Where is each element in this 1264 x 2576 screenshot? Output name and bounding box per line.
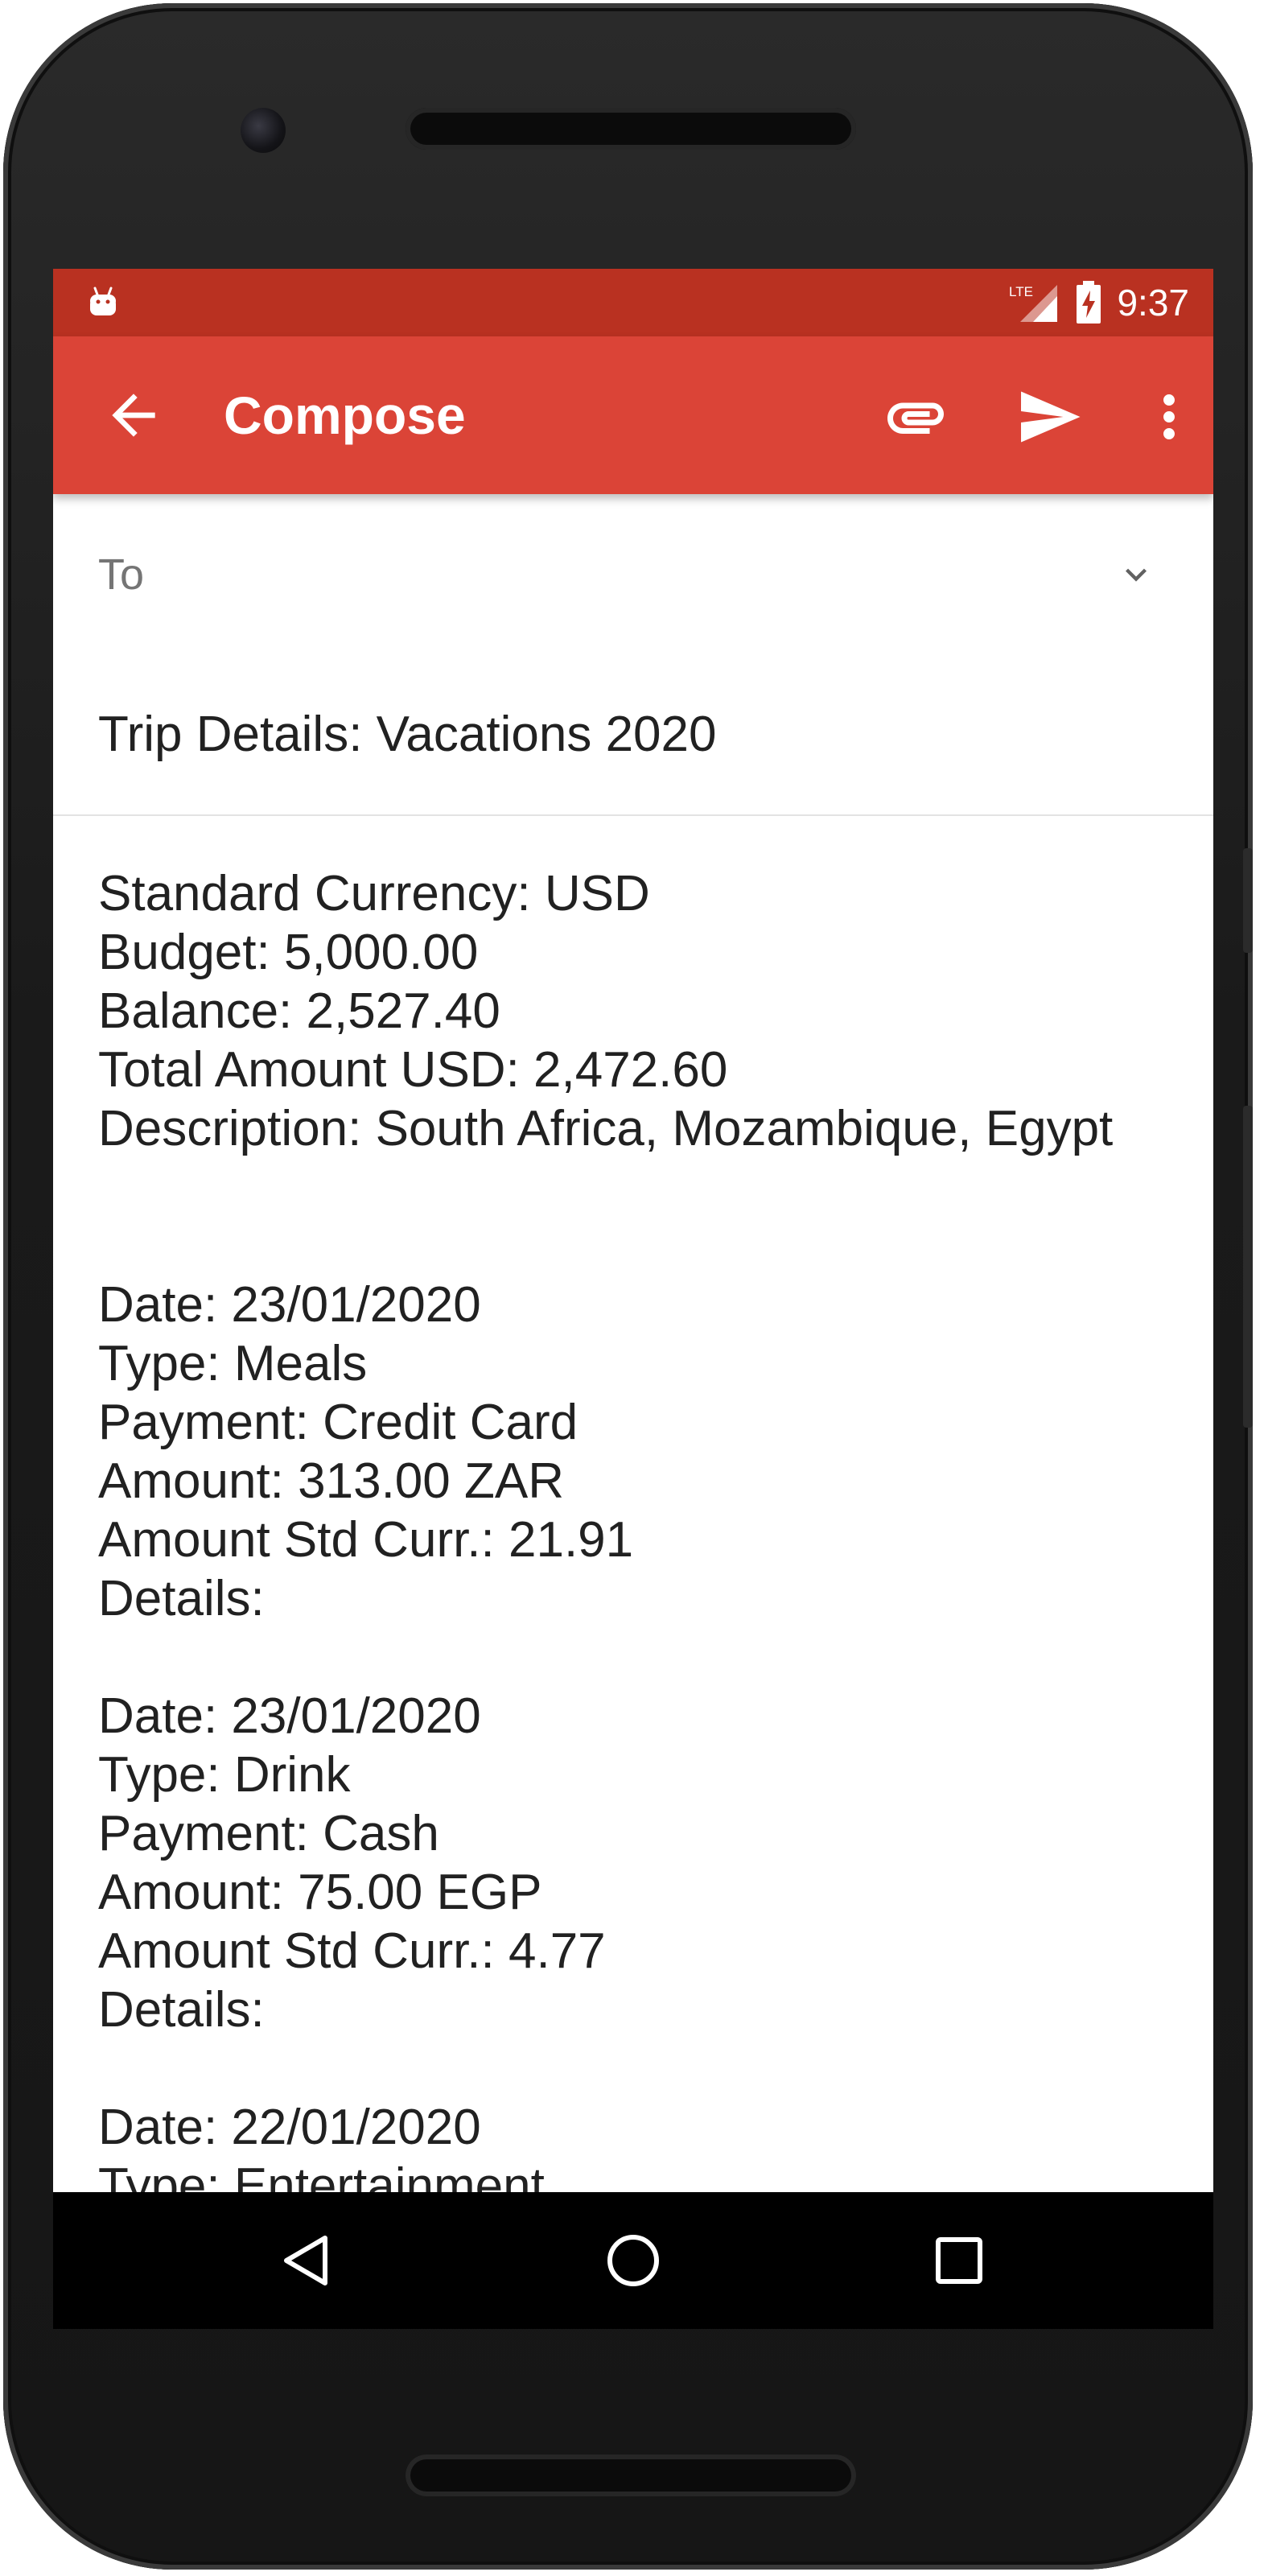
subject-text: Trip Details: Vacations 2020 [98,707,717,762]
status-bar: LTE 9:37 [53,269,1213,336]
app-bar: Compose [53,336,1213,494]
phone-side-button [1243,848,1253,953]
back-arrow-icon[interactable] [101,383,166,447]
navigation-bar [53,2192,1213,2329]
network-type-label: LTE [1009,284,1033,299]
attach-icon[interactable] [882,383,949,451]
top-speaker [406,108,856,150]
status-time: 9:37 [1117,282,1189,324]
page-title: Compose [224,385,466,445]
front-camera [241,108,286,153]
message-body[interactable]: Standard Currency: USD Budget: 5,000.00 … [98,864,1176,2215]
subject-field[interactable]: Trip Details: Vacations 2020 [53,655,1213,816]
phone-frame: LTE 9:37 Compose To Trip Details: Vacati… [3,3,1253,2570]
chevron-down-icon[interactable] [1115,554,1157,596]
bottom-speaker [406,2454,856,2496]
recents-square-icon[interactable] [927,2228,991,2293]
lte-signal-icon: LTE [1009,284,1058,322]
android-notification-icon [90,286,116,315]
phone-volume-button [1243,1106,1253,1428]
send-icon[interactable] [1015,383,1083,451]
screen: LTE 9:37 Compose To Trip Details: Vacati… [53,269,1213,2329]
back-triangle-icon[interactable] [275,2228,340,2293]
more-vert-icon[interactable] [1135,383,1203,451]
home-circle-icon[interactable] [601,2228,665,2293]
battery-charging-icon [1077,281,1101,324]
to-field[interactable]: To [53,494,1213,657]
to-label: To [98,550,145,599]
status-icons: LTE 9:37 [1009,269,1189,336]
